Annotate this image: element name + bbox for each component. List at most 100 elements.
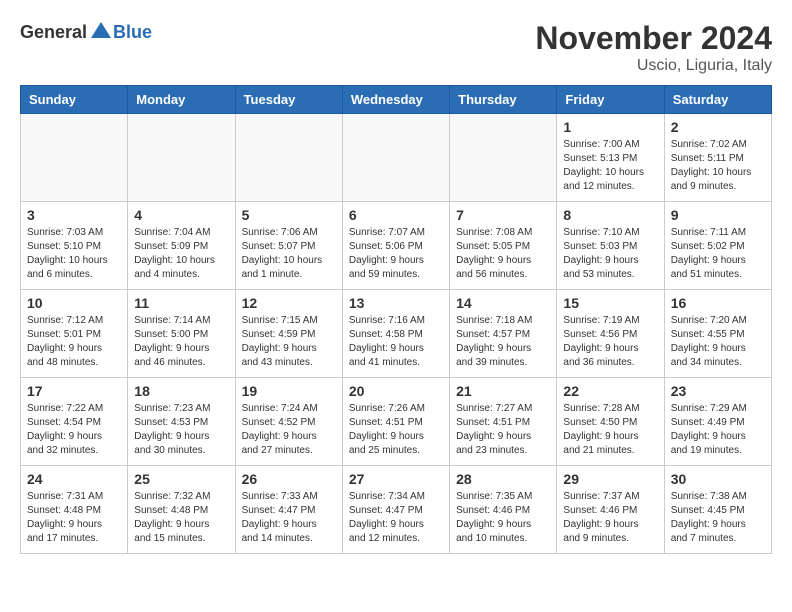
day-info: Sunrise: 7:07 AM Sunset: 5:06 PM Dayligh… <box>349 226 443 282</box>
day-number: 5 <box>242 207 336 223</box>
table-row: 11Sunrise: 7:14 AM Sunset: 5:00 PM Dayli… <box>128 290 235 378</box>
day-info: Sunrise: 7:37 AM Sunset: 4:46 PM Dayligh… <box>563 490 657 546</box>
table-row: 30Sunrise: 7:38 AM Sunset: 4:45 PM Dayli… <box>664 466 771 554</box>
day-info: Sunrise: 7:22 AM Sunset: 4:54 PM Dayligh… <box>27 402 121 458</box>
table-row: 8 Sunrise: 7:10 AM Sunset: 5:03 PM Daylig… <box>557 202 664 290</box>
table-row: 3 Sunrise: 7:03 AM Sunset: 5:10 PM Daylig… <box>21 202 128 290</box>
day-info: Sunrise: 7:02 AM Sunset: 5:11 PM Dayligh… <box>671 138 765 194</box>
table-row: 18Sunrise: 7:23 AM Sunset: 4:53 PM Dayli… <box>128 378 235 466</box>
day-info: Sunrise: 7:27 AM Sunset: 4:51 PM Dayligh… <box>456 402 550 458</box>
day-number: 1 <box>563 119 657 135</box>
day-info: Sunrise: 7:15 AM Sunset: 4:59 PM Dayligh… <box>242 314 336 370</box>
table-row: 17 Sunrise: 7:22 AM Sunset: 4:54 PM Dayli… <box>21 378 128 466</box>
weekday-header-wednesday: Wednesday <box>342 86 449 114</box>
day-info: Sunrise: 7:18 AM Sunset: 4:57 PM Dayligh… <box>456 314 550 370</box>
table-row: 25 Sunrise: 7:32 AM Sunset: 4:48 PM Dayli… <box>128 466 235 554</box>
table-row: 13Sunrise: 7:16 AM Sunset: 4:58 PM Dayli… <box>342 290 449 378</box>
day-info: Sunrise: 7:29 AM Sunset: 4:49 PM Dayligh… <box>671 402 765 458</box>
logo: General Blue <box>20 20 152 44</box>
table-row: 9Sunrise: 7:11 AM Sunset: 5:02 PM Daylig… <box>664 202 771 290</box>
weekday-header-monday: Monday <box>128 86 235 114</box>
day-info: Sunrise: 7:20 AM Sunset: 4:55 PM Dayligh… <box>671 314 765 370</box>
day-info: Sunrise: 7:04 AM Sunset: 5:09 PM Dayligh… <box>134 226 228 282</box>
title-section: November 2024 Uscio, Liguria, Italy <box>535 20 772 75</box>
day-info: Sunrise: 7:19 AM Sunset: 4:56 PM Dayligh… <box>563 314 657 370</box>
logo-general-text: General <box>20 22 87 43</box>
table-row: 22 Sunrise: 7:28 AM Sunset: 4:50 PM Dayli… <box>557 378 664 466</box>
weekday-header-thursday: Thursday <box>450 86 557 114</box>
day-info: Sunrise: 7:00 AM Sunset: 5:13 PM Dayligh… <box>563 138 657 194</box>
table-row: 14Sunrise: 7:18 AM Sunset: 4:57 PM Dayli… <box>450 290 557 378</box>
day-number: 17 <box>27 383 121 399</box>
day-number: 15 <box>563 295 657 311</box>
calendar-week-row: 17 Sunrise: 7:22 AM Sunset: 4:54 PM Dayli… <box>21 378 772 466</box>
weekday-header-saturday: Saturday <box>664 86 771 114</box>
table-row: 7 Sunrise: 7:08 AM Sunset: 5:05 PM Daylig… <box>450 202 557 290</box>
table-row <box>342 114 449 202</box>
day-number: 6 <box>349 207 443 223</box>
day-info: Sunrise: 7:32 AM Sunset: 4:48 PM Dayligh… <box>134 490 228 546</box>
day-number: 10 <box>27 295 121 311</box>
day-number: 7 <box>456 207 550 223</box>
day-number: 22 <box>563 383 657 399</box>
day-number: 20 <box>349 383 443 399</box>
day-number: 21 <box>456 383 550 399</box>
table-row: 4 Sunrise: 7:04 AM Sunset: 5:09 PM Daylig… <box>128 202 235 290</box>
day-number: 4 <box>134 207 228 223</box>
table-row: 20 Sunrise: 7:26 AM Sunset: 4:51 PM Dayli… <box>342 378 449 466</box>
day-number: 26 <box>242 471 336 487</box>
weekday-header-tuesday: Tuesday <box>235 86 342 114</box>
day-number: 30 <box>671 471 765 487</box>
table-row: 19 Sunrise: 7:24 AM Sunset: 4:52 PM Dayli… <box>235 378 342 466</box>
day-info: Sunrise: 7:34 AM Sunset: 4:47 PM Dayligh… <box>349 490 443 546</box>
page-header: General Blue November 2024 Uscio, Liguri… <box>20 20 772 75</box>
day-info: Sunrise: 7:31 AM Sunset: 4:48 PM Dayligh… <box>27 490 121 546</box>
day-info: Sunrise: 7:26 AM Sunset: 4:51 PM Dayligh… <box>349 402 443 458</box>
month-title: November 2024 <box>535 20 772 57</box>
table-row: 6 Sunrise: 7:07 AM Sunset: 5:06 PM Daylig… <box>342 202 449 290</box>
weekday-header-friday: Friday <box>557 86 664 114</box>
day-number: 29 <box>563 471 657 487</box>
day-number: 8 <box>563 207 657 223</box>
day-info: Sunrise: 7:03 AM Sunset: 5:10 PM Dayligh… <box>27 226 121 282</box>
day-info: Sunrise: 7:24 AM Sunset: 4:52 PM Dayligh… <box>242 402 336 458</box>
day-number: 27 <box>349 471 443 487</box>
day-number: 3 <box>27 207 121 223</box>
weekday-header-row: SundayMondayTuesdayWednesdayThursdayFrid… <box>21 86 772 114</box>
day-info: Sunrise: 7:14 AM Sunset: 5:00 PM Dayligh… <box>134 314 228 370</box>
day-number: 25 <box>134 471 228 487</box>
calendar-week-row: 1 Sunrise: 7:00 AM Sunset: 5:13 PM Daylig… <box>21 114 772 202</box>
table-row: 1 Sunrise: 7:00 AM Sunset: 5:13 PM Daylig… <box>557 114 664 202</box>
table-row: 15 Sunrise: 7:19 AM Sunset: 4:56 PM Dayli… <box>557 290 664 378</box>
table-row <box>21 114 128 202</box>
table-row: 28 Sunrise: 7:35 AM Sunset: 4:46 PM Dayli… <box>450 466 557 554</box>
day-number: 16 <box>671 295 765 311</box>
table-row: 29 Sunrise: 7:37 AM Sunset: 4:46 PM Dayli… <box>557 466 664 554</box>
day-number: 28 <box>456 471 550 487</box>
day-info: Sunrise: 7:11 AM Sunset: 5:02 PM Dayligh… <box>671 226 765 282</box>
table-row: 2Sunrise: 7:02 AM Sunset: 5:11 PM Daylig… <box>664 114 771 202</box>
table-row <box>128 114 235 202</box>
day-info: Sunrise: 7:23 AM Sunset: 4:53 PM Dayligh… <box>134 402 228 458</box>
table-row <box>450 114 557 202</box>
table-row: 27 Sunrise: 7:34 AM Sunset: 4:47 PM Dayli… <box>342 466 449 554</box>
day-info: Sunrise: 7:06 AM Sunset: 5:07 PM Dayligh… <box>242 226 336 282</box>
day-number: 24 <box>27 471 121 487</box>
table-row: 12 Sunrise: 7:15 AM Sunset: 4:59 PM Dayli… <box>235 290 342 378</box>
day-number: 19 <box>242 383 336 399</box>
table-row: 10Sunrise: 7:12 AM Sunset: 5:01 PM Dayli… <box>21 290 128 378</box>
day-info: Sunrise: 7:08 AM Sunset: 5:05 PM Dayligh… <box>456 226 550 282</box>
logo-icon <box>89 20 113 44</box>
calendar-table: SundayMondayTuesdayWednesdayThursdayFrid… <box>20 85 772 554</box>
day-number: 12 <box>242 295 336 311</box>
table-row: 21 Sunrise: 7:27 AM Sunset: 4:51 PM Dayli… <box>450 378 557 466</box>
calendar-week-row: 24 Sunrise: 7:31 AM Sunset: 4:48 PM Dayli… <box>21 466 772 554</box>
table-row: 16 Sunrise: 7:20 AM Sunset: 4:55 PM Dayli… <box>664 290 771 378</box>
day-number: 13 <box>349 295 443 311</box>
day-info: Sunrise: 7:28 AM Sunset: 4:50 PM Dayligh… <box>563 402 657 458</box>
calendar-week-row: 10Sunrise: 7:12 AM Sunset: 5:01 PM Dayli… <box>21 290 772 378</box>
logo-blue-text: Blue <box>113 22 152 42</box>
day-info: Sunrise: 7:35 AM Sunset: 4:46 PM Dayligh… <box>456 490 550 546</box>
day-info: Sunrise: 7:10 AM Sunset: 5:03 PM Dayligh… <box>563 226 657 282</box>
table-row <box>235 114 342 202</box>
